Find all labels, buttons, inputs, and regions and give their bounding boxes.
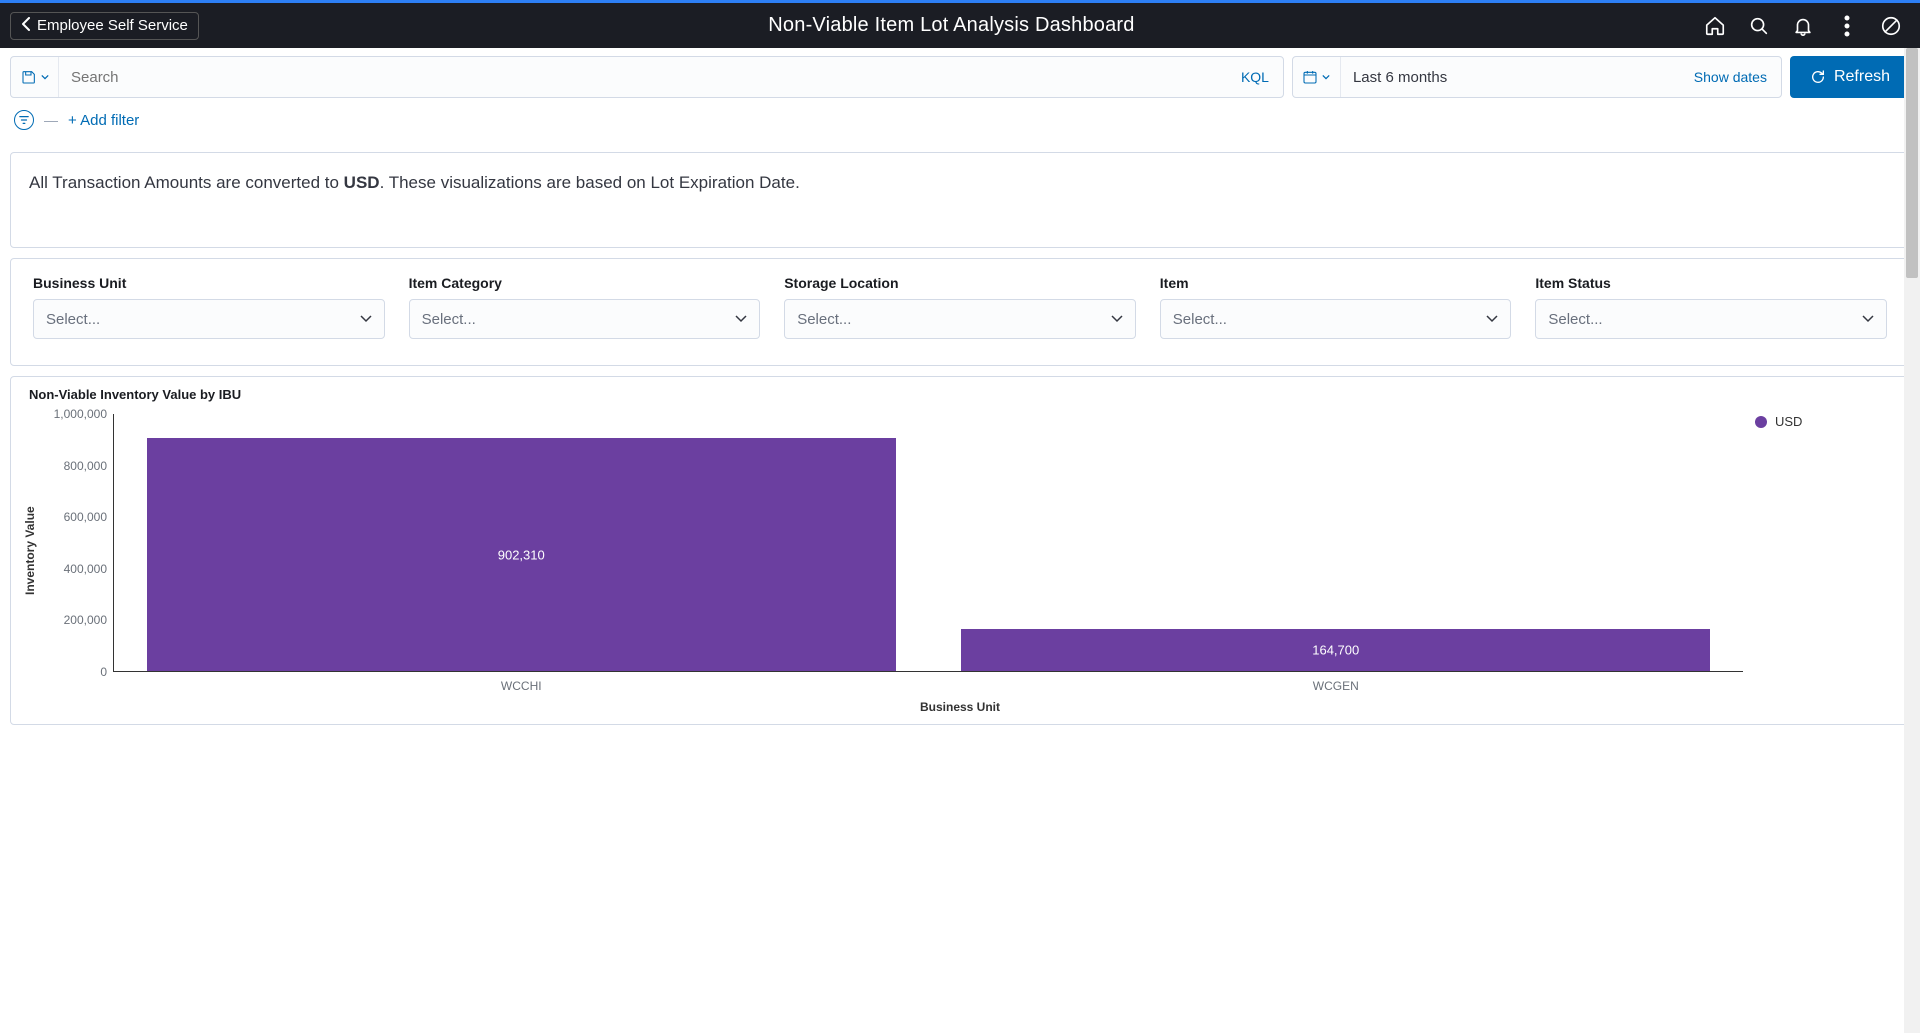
query-bar: KQL Last 6 months Show dates Refresh <box>10 56 1910 98</box>
selector-placeholder: Select... <box>797 311 851 328</box>
refresh-button[interactable]: Refresh <box>1790 56 1910 98</box>
app-header: Employee Self Service Non-Viable Item Lo… <box>0 0 1920 48</box>
chart-body: Inventory Value 0 200,000 400,000 600,000 80… <box>21 406 1899 696</box>
chevron-down-icon <box>41 73 49 81</box>
selector-label: Item Status <box>1535 275 1887 291</box>
y-axis-ticks: 0 200,000 400,000 600,000 800,000 1,000,000 <box>39 406 113 696</box>
bar-value-label: 164,700 <box>1312 642 1359 657</box>
info-currency: USD <box>344 173 380 192</box>
chart-title: Non-Viable Inventory Value by IBU <box>21 381 1899 406</box>
compass-icon[interactable] <box>1880 15 1902 37</box>
search-group: KQL <box>10 56 1284 98</box>
y-tick: 1,000,000 <box>54 407 107 421</box>
chevron-down-icon <box>360 312 372 326</box>
selector-group: Item Category Select... <box>409 275 761 339</box>
home-icon[interactable] <box>1704 15 1726 37</box>
selector-group: Item Select... <box>1160 275 1512 339</box>
kql-toggle[interactable]: KQL <box>1227 69 1283 85</box>
selector-label: Business Unit <box>33 275 385 291</box>
scrollbar-thumb[interactable] <box>1906 48 1918 278</box>
chevron-down-icon <box>735 312 747 326</box>
filter-separator: — <box>44 112 58 128</box>
bar-value-label: 902,310 <box>498 547 545 562</box>
bell-icon[interactable] <box>1792 15 1814 37</box>
chevron-down-icon <box>1322 73 1330 81</box>
search-input[interactable] <box>59 69 1227 86</box>
selector-placeholder: Select... <box>422 311 476 328</box>
y-tick: 800,000 <box>64 459 107 473</box>
chart-panel: Non-Viable Inventory Value by IBU Invent… <box>10 376 1910 725</box>
header-actions <box>1704 15 1910 37</box>
chevron-down-icon <box>1486 312 1498 326</box>
selector-dropdown[interactable]: Select... <box>1535 299 1887 339</box>
y-tick: 400,000 <box>64 562 107 576</box>
x-axis-label: Business Unit <box>21 700 1899 714</box>
date-picker-button[interactable] <box>1293 57 1341 97</box>
info-panel: All Transaction Amounts are converted to… <box>10 152 1910 248</box>
refresh-label: Refresh <box>1834 68 1890 86</box>
page-title: Non-Viable Item Lot Analysis Dashboard <box>199 14 1704 37</box>
chevron-down-icon <box>1111 312 1123 326</box>
y-axis-label: Inventory Value <box>21 406 39 696</box>
y-tick: 0 <box>100 665 107 679</box>
date-range-text[interactable]: Last 6 months <box>1341 69 1680 86</box>
search-icon[interactable] <box>1748 15 1770 37</box>
saved-query-button[interactable] <box>11 57 59 97</box>
refresh-icon <box>1810 69 1826 85</box>
selector-dropdown[interactable]: Select... <box>784 299 1136 339</box>
date-range-group: Last 6 months Show dates <box>1292 56 1782 98</box>
chevron-down-icon <box>1862 312 1874 326</box>
x-tick: WCGEN <box>1313 679 1359 693</box>
y-tick: 600,000 <box>64 510 107 524</box>
vertical-scrollbar[interactable] <box>1904 48 1920 1033</box>
legend-item-usd[interactable]: USD <box>1755 414 1893 429</box>
back-label: Employee Self Service <box>37 17 188 34</box>
info-text: All Transaction Amounts are converted to… <box>29 171 1891 195</box>
selector-group: Item Status Select... <box>1535 275 1887 339</box>
selector-dropdown[interactable]: Select... <box>33 299 385 339</box>
selectors-panel: Business Unit Select... Item Category Selec… <box>10 258 1910 366</box>
back-button[interactable]: Employee Self Service <box>10 12 199 40</box>
y-tick: 200,000 <box>64 613 107 627</box>
selector-dropdown[interactable]: Select... <box>409 299 761 339</box>
chart-plot-area: 902,310WCCHI164,700WCGEN <box>113 414 1743 672</box>
selector-group: Business Unit Select... <box>33 275 385 339</box>
info-prefix: All Transaction Amounts are converted to <box>29 173 344 192</box>
chart-bar[interactable]: 902,310 <box>147 438 896 671</box>
filter-settings-icon[interactable] <box>14 110 34 130</box>
selector-placeholder: Select... <box>46 311 100 328</box>
legend-swatch <box>1755 416 1767 428</box>
selector-group: Storage Location Select... <box>784 275 1136 339</box>
selector-label: Item Category <box>409 275 761 291</box>
selector-label: Item <box>1160 275 1512 291</box>
selector-placeholder: Select... <box>1173 311 1227 328</box>
chevron-left-icon <box>21 17 31 35</box>
selector-label: Storage Location <box>784 275 1136 291</box>
chart-legend: USD <box>1749 406 1899 696</box>
more-icon[interactable] <box>1836 15 1858 37</box>
dashboard-body: KQL Last 6 months Show dates Refresh — +… <box>0 48 1920 745</box>
show-dates-link[interactable]: Show dates <box>1680 69 1781 85</box>
legend-label: USD <box>1775 414 1802 429</box>
selector-dropdown[interactable]: Select... <box>1160 299 1512 339</box>
selector-placeholder: Select... <box>1548 311 1602 328</box>
add-filter-link[interactable]: + Add filter <box>68 112 139 129</box>
info-suffix: . These visualizations are based on Lot … <box>380 173 800 192</box>
x-tick: WCCHI <box>501 679 542 693</box>
filter-bar: — + Add filter <box>10 98 1910 140</box>
chart-bar[interactable]: 164,700 <box>961 629 1710 671</box>
